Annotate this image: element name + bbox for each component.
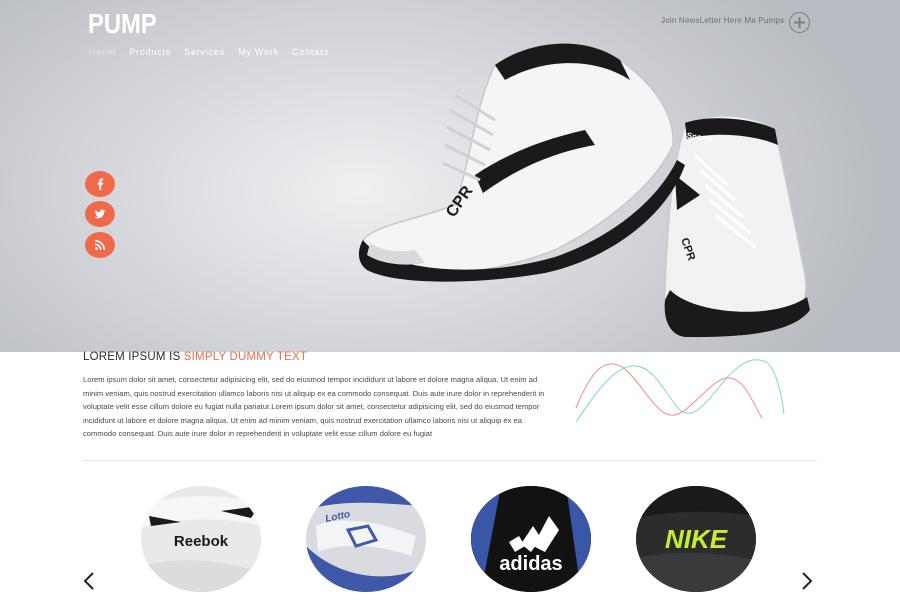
nav-item-my-work[interactable]: My Work <box>238 47 279 57</box>
carousel-next-button[interactable] <box>800 571 814 591</box>
decorative-wave <box>575 359 785 423</box>
twitter-icon <box>94 209 106 219</box>
nav-item-home[interactable]: Home <box>89 47 116 57</box>
lotto-logo: Lotto <box>306 486 426 592</box>
headline-accent: SIMPLY DUMMY TEXT <box>183 351 308 363</box>
hero-shoe-image: Sports CPR CPR <box>355 35 825 350</box>
newsletter-label: Join NewsLetter Here Ma Pumps <box>661 16 785 25</box>
rss-button[interactable] <box>85 232 115 258</box>
rss-icon <box>95 240 105 250</box>
reebok-logo: Reebok <box>141 486 261 592</box>
main-nav: Home Products Services My Work Contact <box>89 47 342 57</box>
nav-item-products[interactable]: Products <box>129 47 171 57</box>
adidas-logo: adidas <box>471 486 591 592</box>
svg-text:NIKE: NIKE <box>665 524 728 554</box>
twitter-button[interactable] <box>85 201 115 227</box>
nav-item-contact[interactable]: Contact <box>292 47 329 57</box>
brand-adidas[interactable]: adidas <box>471 486 591 592</box>
front-shoe: CPR <box>358 42 685 282</box>
brand-nike[interactable]: NIKE <box>636 486 756 592</box>
facebook-icon <box>97 178 104 190</box>
site-logo[interactable]: PUMP <box>88 8 157 40</box>
facebook-button[interactable] <box>85 171 115 197</box>
nav-item-services[interactable]: Services <box>184 47 225 57</box>
brand-lotto[interactable]: Lotto <box>306 486 426 592</box>
brand-reebok[interactable]: Reebok <box>141 486 261 592</box>
chevron-left-icon <box>83 572 94 590</box>
svg-text:Reebok: Reebok <box>174 533 229 550</box>
newsletter-plus-button[interactable] <box>789 12 810 33</box>
headline-prefix: LOREM IPSUM IS <box>83 351 184 363</box>
svg-text:adidas: adidas <box>499 553 562 575</box>
carousel-prev-button[interactable] <box>82 571 96 591</box>
section-headline: LOREM IPSUM IS SIMPLY DUMMY TEXT <box>83 351 307 363</box>
intro-paragraph: Lorem ipsum dolor sit amet, consectetur … <box>83 375 545 438</box>
nike-logo: NIKE <box>636 486 756 592</box>
chevron-right-icon <box>802 572 813 590</box>
section-divider <box>83 460 817 461</box>
hero-banner: PUMP Home Products Services My Work Cont… <box>0 0 900 352</box>
back-shoe: Sports CPR <box>663 115 810 338</box>
plus-icon <box>794 17 805 28</box>
